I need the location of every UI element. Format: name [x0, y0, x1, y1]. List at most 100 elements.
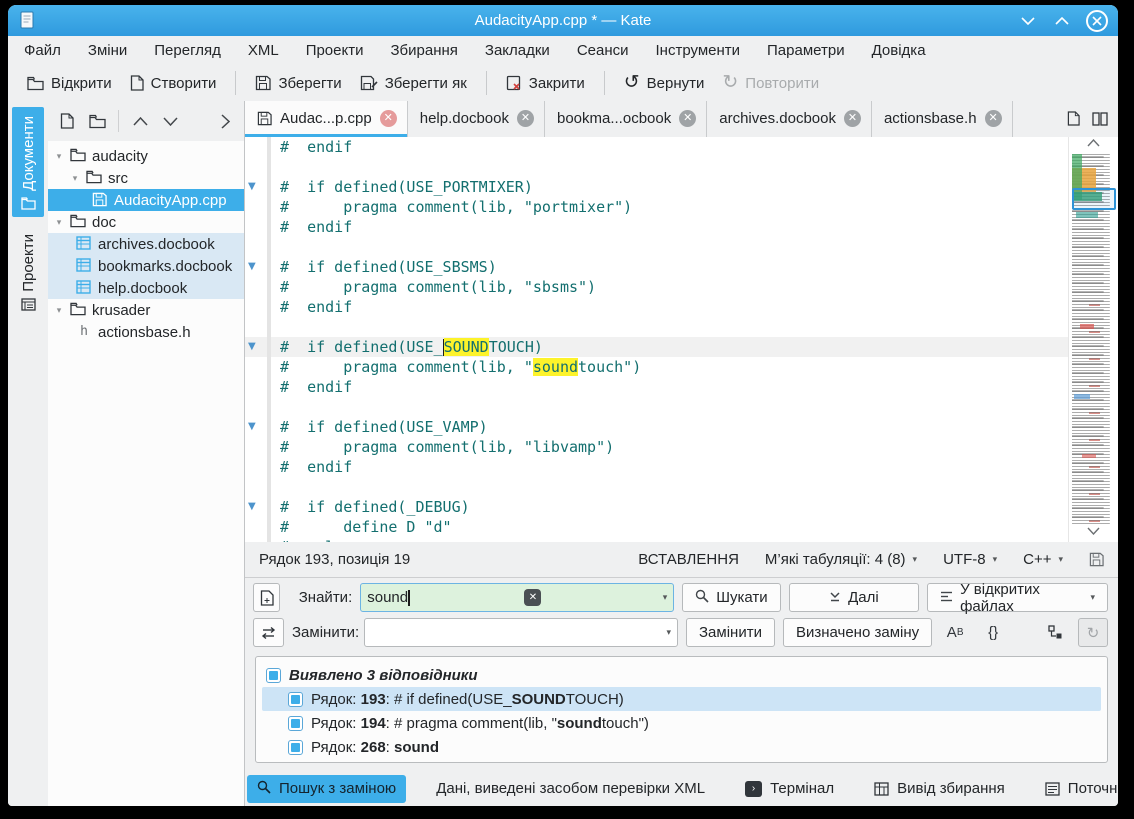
close-tab-icon[interactable]: ✕: [380, 110, 397, 127]
toolview-current-project[interactable]: Поточний проект: [1035, 775, 1118, 802]
close-tab-icon[interactable]: ✕: [844, 110, 861, 127]
expand-results-icon[interactable]: [1040, 618, 1070, 647]
result-row[interactable]: Рядок: 194: # pragma comment(lib, "sound…: [262, 711, 1101, 735]
minimap[interactable]: [1072, 154, 1116, 525]
tree-folder-audacity[interactable]: ▾ audacity: [48, 145, 244, 167]
tree-file-bookmarks-docbook[interactable]: bookmarks.docbook: [48, 255, 244, 277]
next-document-icon[interactable]: [157, 108, 183, 134]
tree-folder-doc[interactable]: ▾ doc: [48, 211, 244, 233]
side-tab-projects[interactable]: Проекти: [13, 225, 43, 318]
search-scope-dropdown[interactable]: У відкритих файлах ▾: [927, 583, 1108, 612]
search-results-list[interactable]: Виявлено 3 відповідники Рядок: 193: # if…: [255, 656, 1108, 763]
current-line[interactable]: ▼ # if defined(USE_SOUNDTOUCH): [245, 337, 1068, 357]
chevron-down-icon[interactable]: ▾: [54, 151, 64, 162]
tab-actionsbase-h[interactable]: actionsbase.h ✕: [872, 101, 1013, 137]
menu-bookmarks[interactable]: Закладки: [485, 42, 550, 59]
save-as-button[interactable]: Зберегти як: [351, 71, 476, 96]
minimap-viewport[interactable]: [1072, 188, 1116, 210]
toolview-search-replace[interactable]: Пошук з заміною: [247, 775, 406, 803]
session-save-icon[interactable]: [1089, 552, 1104, 567]
toggle-replace-mode-button[interactable]: [253, 618, 284, 647]
replace-button[interactable]: Замінити: [686, 618, 775, 647]
tree-file-actionsbase-h[interactable]: h actionsbase.h: [48, 321, 244, 343]
tree-folder-krusader[interactable]: ▾ krusader: [48, 299, 244, 321]
find-button[interactable]: Шукати: [682, 583, 780, 612]
checkbox-checked-icon[interactable]: [288, 740, 303, 755]
close-tab-icon[interactable]: ✕: [517, 110, 534, 127]
tab-bookmarks-docbook[interactable]: bookma...ocbook ✕: [545, 101, 707, 137]
menu-file[interactable]: Файл: [24, 42, 61, 59]
chevron-down-icon[interactable]: ▾: [660, 627, 671, 638]
tree-file-archives-docbook[interactable]: archives.docbook: [48, 233, 244, 255]
close-tab-icon[interactable]: ✕: [679, 110, 696, 127]
tree-file-audacityapp-cpp[interactable]: AudacityApp.cpp: [48, 189, 244, 211]
toolview-build-output[interactable]: Вивід збирання: [864, 775, 1015, 802]
language-select[interactable]: C++▾: [1023, 551, 1063, 568]
save-button[interactable]: Зберегти: [246, 71, 350, 96]
clear-text-icon[interactable]: ✕: [524, 589, 541, 606]
tab-help-docbook[interactable]: help.docbook ✕: [408, 101, 545, 137]
close-document-button[interactable]: Закрити: [497, 71, 594, 96]
tab-archives-docbook[interactable]: archives.docbook ✕: [707, 101, 872, 137]
new-search-tab-button[interactable]: [253, 583, 280, 612]
close-button[interactable]: [1086, 10, 1108, 32]
menu-view[interactable]: Перегляд: [154, 42, 221, 59]
fold-marker-icon[interactable]: ▼: [248, 421, 256, 432]
fold-marker-icon[interactable]: ▼: [248, 181, 256, 192]
menu-edit[interactable]: Зміни: [88, 42, 127, 59]
result-row[interactable]: Рядок: 193: # if defined(USE_SOUNDTOUCH): [262, 687, 1101, 711]
menu-sessions[interactable]: Сеанси: [577, 42, 629, 59]
new-document-button[interactable]: Створити: [121, 71, 226, 96]
tab-mode-select[interactable]: М’які табуляції: 4 (8)▾: [765, 551, 917, 568]
checkbox-checked-icon[interactable]: [288, 716, 303, 731]
doc-folder-icon[interactable]: [84, 108, 110, 134]
regex-toggle[interactable]: {}: [978, 618, 1008, 647]
result-row[interactable]: Рядок: 268: sound: [262, 735, 1101, 759]
scroll-down-icon[interactable]: [1087, 527, 1100, 540]
chevron-down-icon[interactable]: ▾: [54, 217, 64, 228]
tree-file-help-docbook[interactable]: help.docbook: [48, 277, 244, 299]
open-button[interactable]: Відкрити: [18, 71, 121, 96]
previous-document-icon[interactable]: [127, 108, 153, 134]
new-tab-icon[interactable]: [1067, 111, 1080, 126]
scroll-up-icon[interactable]: [1087, 139, 1100, 152]
replace-input[interactable]: ▾: [364, 618, 678, 647]
split-view-icon[interactable]: [1092, 112, 1108, 126]
expand-panel-icon[interactable]: [212, 108, 238, 134]
input-mode[interactable]: ВСТАВЛЕННЯ: [638, 551, 739, 568]
cursor-position[interactable]: Рядок 193, позиція 19: [259, 551, 410, 568]
chevron-down-icon[interactable]: ▾: [70, 173, 80, 184]
close-tab-icon[interactable]: ✕: [985, 110, 1002, 127]
refresh-search-button[interactable]: ↻: [1078, 618, 1108, 647]
replace-checked-button[interactable]: Визначено заміну: [783, 618, 932, 647]
menu-build[interactable]: Збирання: [390, 42, 457, 59]
checkbox-checked-icon[interactable]: [266, 668, 281, 683]
checkbox-checked-icon[interactable]: [288, 692, 303, 707]
find-next-button[interactable]: Далі: [789, 583, 919, 612]
tree-folder-src[interactable]: ▾ src: [48, 167, 244, 189]
code-editor[interactable]: # endif ▼# if defined(USE_PORTMIXER) # p…: [245, 137, 1118, 542]
undo-button[interactable]: ↺ Вернути: [615, 71, 714, 96]
results-header[interactable]: Виявлено 3 відповідники: [262, 663, 1101, 687]
menu-settings[interactable]: Параметри: [767, 42, 845, 59]
code-area[interactable]: # endif ▼# if defined(USE_PORTMIXER) # p…: [245, 137, 1068, 542]
side-tab-documents[interactable]: Документи: [12, 107, 44, 217]
menu-help[interactable]: Довідка: [872, 42, 926, 59]
minimize-button[interactable]: [1018, 11, 1038, 31]
fold-marker-icon[interactable]: ▼: [248, 501, 256, 512]
chevron-down-icon[interactable]: ▾: [54, 305, 64, 316]
doc-new-icon[interactable]: [54, 108, 80, 134]
find-input[interactable]: sound ✕ ▾: [360, 583, 674, 612]
maximize-button[interactable]: [1052, 11, 1072, 31]
tab-audacityapp-cpp[interactable]: Audac...p.cpp ✕: [245, 101, 408, 137]
redo-button[interactable]: ↻ Повторити: [713, 71, 828, 96]
chevron-down-icon[interactable]: ▾: [657, 592, 668, 603]
toolview-terminal[interactable]: › Термінал: [735, 775, 844, 802]
toolview-xml-check[interactable]: Дані, виведені засобом перевірки XML: [426, 775, 715, 802]
encoding-select[interactable]: UTF-8▾: [943, 551, 997, 568]
fold-marker-icon[interactable]: ▼: [248, 341, 256, 352]
titlebar[interactable]: AudacityApp.cpp * — Kate: [8, 5, 1118, 36]
match-case-toggle[interactable]: AB: [940, 618, 970, 647]
minimap-scrollbar[interactable]: [1068, 137, 1118, 542]
menu-tools[interactable]: Інструменти: [656, 42, 741, 59]
